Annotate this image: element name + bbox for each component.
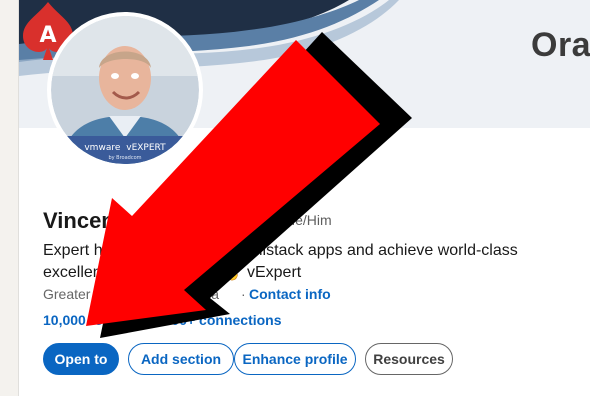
- profile-stats: 10,000 followers · 500+ connections: [43, 312, 282, 328]
- headline-1-end: va Fullstack apps and achieve world-clas…: [218, 242, 518, 259]
- followers-link[interactable]: 10,000 followers: [43, 312, 151, 328]
- avatar[interactable]: vmware vEXPERT by Broadcom: [47, 12, 203, 168]
- headline-line-1: Expert help va Fullstack apps and achieve…: [43, 240, 543, 262]
- profile-card: A Orac vmware vEXPERT: [18, 0, 590, 396]
- add-section-button[interactable]: Add section: [128, 343, 234, 375]
- headline-line-2: excellence ✌ vExpert: [43, 262, 543, 284]
- connections-link[interactable]: 500+ connections: [164, 312, 282, 328]
- stats-separator: ·: [151, 312, 164, 328]
- location-separator: ·: [241, 286, 246, 302]
- enhance-profile-button[interactable]: Enhance profile: [234, 343, 356, 375]
- banner-brand-text: Orac: [531, 26, 590, 64]
- open-to-button[interactable]: Open to: [43, 343, 119, 375]
- profile-name: Vincent: [43, 208, 123, 233]
- profile-location: Greater Lille a: [43, 286, 220, 302]
- svg-text:A: A: [39, 23, 56, 48]
- profile-pronouns: He/Him: [285, 212, 332, 228]
- svg-text:by Broadcom: by Broadcom: [108, 155, 141, 161]
- contact-info-link[interactable]: Contact info: [249, 286, 331, 302]
- profile-photo: vmware vEXPERT by Broadcom: [51, 16, 199, 164]
- headline-2-start: excellence: [43, 264, 119, 281]
- headline-2-end: ✌ vExpert: [222, 264, 302, 281]
- resources-button[interactable]: Resources: [365, 343, 453, 375]
- headline-1-start: Expert help: [43, 242, 124, 259]
- profile-headline: Expert help va Fullstack apps and achieve…: [43, 240, 543, 284]
